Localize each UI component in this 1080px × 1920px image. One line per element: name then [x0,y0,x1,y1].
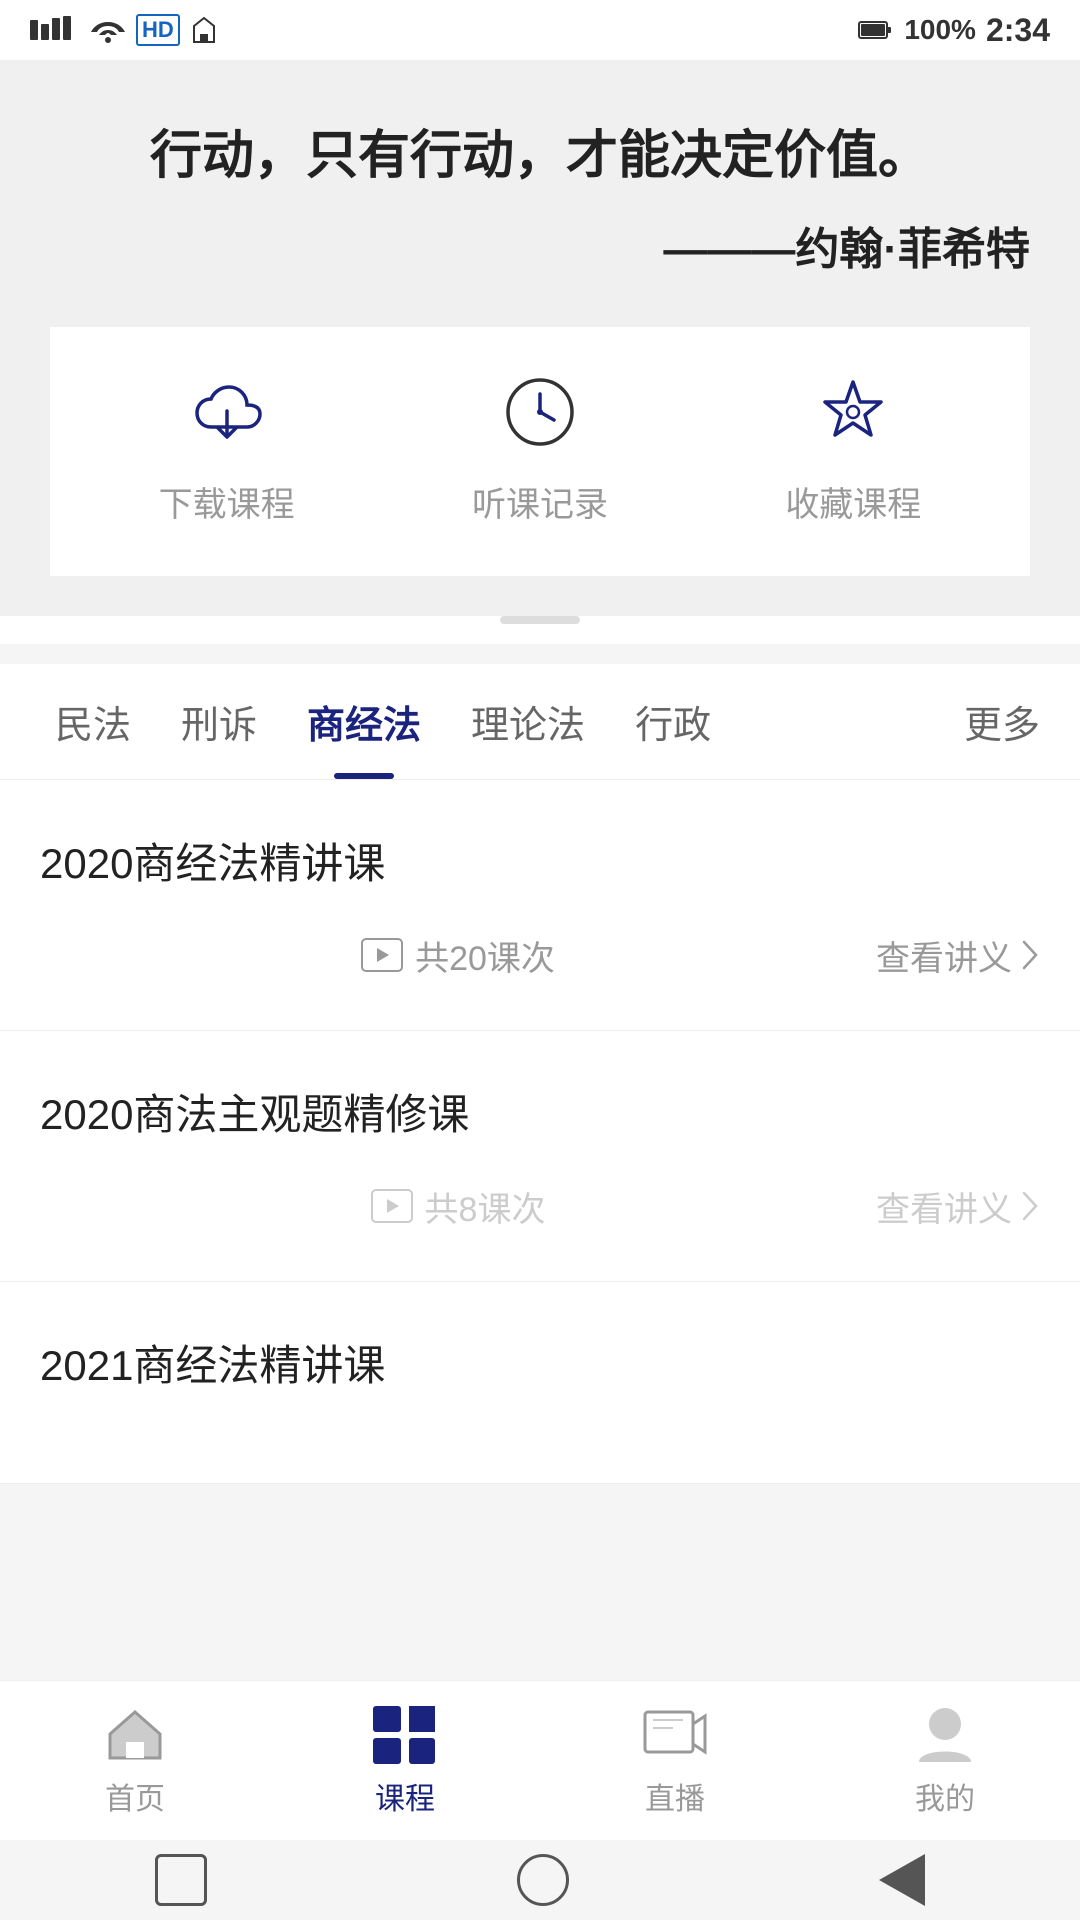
status-left: HD [30,14,218,46]
status-hd: HD [136,14,180,46]
time: 2:34 [986,12,1050,49]
tab-lilunfa[interactable]: 理论法 [446,664,610,779]
tab-more[interactable]: 更多 [954,664,1050,779]
course-list: 2020商经法精讲课 共20课次 查看讲义 2020商法主观题精修课 [0,780,1080,1484]
course-link-1[interactable]: 查看讲义 [876,931,1040,980]
nav-course-label: 课程 [375,1774,435,1818]
android-back-triangle[interactable] [879,1854,925,1906]
course-title-1: 2020商经法精讲课 [40,830,1040,891]
hero-quote: 行动，只有行动，才能决定价值。 [50,120,1030,193]
course-link-2[interactable]: 查看讲义 [876,1182,1040,1231]
nav-mine[interactable]: 我的 [810,1684,1080,1838]
nav-home[interactable]: 首页 [0,1684,270,1838]
live-icon [640,1704,710,1764]
android-back-square[interactable] [155,1854,207,1906]
status-bar: HD 100% 2:34 [0,0,1080,60]
bottom-nav: 首页 课程 直播 [0,1680,1080,1840]
hero-author: ———约翰·菲希特 [50,213,1030,277]
scroll-indicator [0,616,1080,644]
download-cloud-icon [182,367,272,457]
course-count-2: 共8课次 [40,1182,876,1231]
quick-action-download[interactable]: 下载课程 [159,367,295,526]
course-meta-1: 共20课次 查看讲义 [40,931,1040,980]
nav-live-label: 直播 [645,1774,705,1818]
nav-home-label: 首页 [105,1774,165,1818]
course-item-2: 2020商法主观题精修课 共8课次 查看讲义 [0,1031,1080,1282]
scroll-dot [500,616,580,624]
download-label: 下载课程 [159,477,295,526]
tab-xing[interactable]: 行政 [610,664,736,779]
course-item-1: 2020商经法精讲课 共20课次 查看讲义 [0,780,1080,1031]
category-tabs: 民法 刑诉 商经法 理论法 行政 更多 [0,664,1080,780]
android-nav [0,1840,1080,1920]
nav-course[interactable]: 课程 [270,1684,540,1838]
quick-actions: 下载课程 听课记录 收藏课程 [50,327,1030,576]
course-title-2: 2020商法主观题精修课 [40,1081,1040,1142]
quick-action-favorite[interactable]: 收藏课程 [785,367,921,526]
mine-icon [910,1704,980,1764]
tab-shangjingfa[interactable]: 商经法 [282,664,446,779]
android-home-circle[interactable] [517,1854,569,1906]
star-icon [808,367,898,457]
tab-xingsu[interactable]: 刑诉 [156,664,282,779]
battery-percent: 100% [904,14,976,46]
course-icon [370,1704,440,1764]
quick-action-history[interactable]: 听课记录 [472,367,608,526]
nav-live[interactable]: 直播 [540,1684,810,1838]
course-title-3: 2021商经法精讲课 [40,1332,1040,1393]
course-count-1: 共20课次 [40,931,876,980]
history-label: 听课记录 [472,477,608,526]
home-icon [100,1704,170,1764]
nav-mine-label: 我的 [915,1774,975,1818]
status-right: 100% 2:34 [858,12,1050,49]
course-meta-2: 共8课次 查看讲义 [40,1182,1040,1231]
clock-icon [495,367,585,457]
hero-banner: 行动，只有行动，才能决定价值。 ———约翰·菲希特 下载课程 [0,60,1080,616]
favorite-label: 收藏课程 [785,477,921,526]
course-item-3: 2021商经法精讲课 [0,1282,1080,1484]
tab-minfa[interactable]: 民法 [30,664,156,779]
